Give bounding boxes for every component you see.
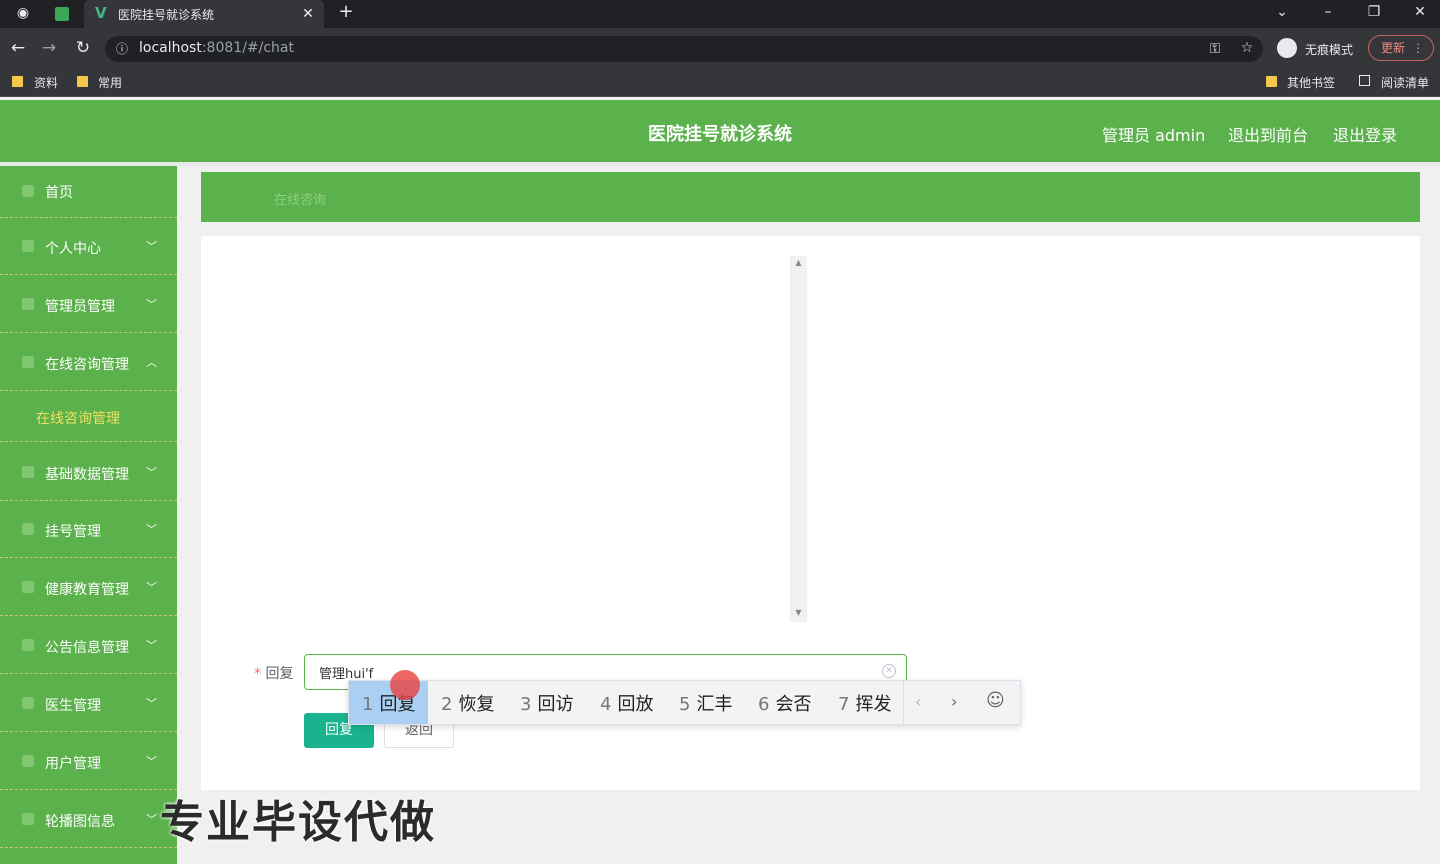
clear-icon[interactable]: ✕ — [882, 664, 896, 678]
restore-icon[interactable]: ❐ — [1366, 4, 1382, 20]
registration-icon — [22, 523, 34, 535]
chevron-down-icon: ﹀ — [146, 755, 157, 768]
bookmarks-bar — [0, 68, 1440, 97]
incognito-icon[interactable] — [1277, 38, 1297, 58]
sidebar-item-label: 在线咨询管理 — [45, 357, 129, 373]
chevron-up-icon: ︿ — [146, 356, 157, 369]
new-tab-icon[interactable]: + — [338, 3, 354, 21]
back-icon[interactable]: ← — [9, 40, 27, 57]
sidebar-item-label: 个人中心 — [45, 241, 101, 257]
page-title: 医院挂号就诊系统 — [648, 124, 792, 145]
bookmark-changyong[interactable]: 常用 — [98, 74, 122, 91]
site-info-icon[interactable]: ⓘ — [114, 41, 130, 57]
user-icon — [22, 240, 34, 252]
logout-link[interactable]: 退出登录 — [1333, 122, 1397, 146]
minimize-icon[interactable]: – — [1320, 4, 1336, 20]
notice-icon — [22, 639, 34, 651]
app-tab-icon[interactable] — [55, 7, 69, 21]
sidebar-item-basic-data[interactable]: 基础数据管理 ﹀ — [0, 442, 177, 501]
update-button[interactable]: 更新 ⋮ — [1368, 35, 1434, 61]
sidebar-subitem-label: 在线咨询管理 — [36, 411, 120, 427]
chat-history — [288, 256, 808, 622]
sidebar-item-home[interactable]: 首页 — [0, 166, 177, 218]
education-icon — [22, 581, 34, 593]
admin-icon — [22, 298, 34, 310]
users-icon — [22, 755, 34, 767]
sidebar-item-label: 轮播图信息 — [45, 814, 115, 830]
carousel-icon — [22, 813, 34, 825]
chevron-down-icon: ﹀ — [146, 240, 157, 253]
sidebar-item-doctors[interactable]: 医生管理 ﹀ — [0, 675, 177, 732]
chevron-down-icon: ﹀ — [146, 639, 157, 652]
chevron-down-icon: ﹀ — [146, 298, 157, 311]
reply-label: * 回复 — [254, 666, 294, 682]
ime-candidate[interactable]: 7 挥发 — [838, 690, 891, 716]
chevron-down-icon: ﹀ — [146, 813, 157, 826]
sidebar-item-label: 公告信息管理 — [45, 640, 129, 656]
emoji-icon[interactable]: ☺ — [986, 690, 1005, 711]
sidebar-item-notices[interactable]: 公告信息管理 ﹀ — [0, 617, 177, 674]
ime-candidate[interactable]: 2 恢复 — [441, 690, 494, 716]
sidebar-item-label: 基础数据管理 — [45, 467, 129, 483]
watermark: 专业毕设代做 — [160, 797, 436, 848]
sidebar-item-health-edu[interactable]: 健康教育管理 ﹀ — [0, 559, 177, 616]
sidebar-item-label: 用户管理 — [45, 756, 101, 772]
folder-icon — [77, 76, 88, 87]
reading-list-icon — [1359, 75, 1370, 86]
breadcrumb-bar — [201, 172, 1420, 222]
sidebar-item-users[interactable]: 用户管理 ﹀ — [0, 733, 177, 790]
sidebar-item-carousel[interactable]: 轮播图信息 ﹀ — [0, 791, 177, 848]
vue-icon: V — [95, 4, 107, 22]
bookmark-reading-list[interactable]: 阅读清单 — [1381, 74, 1429, 91]
chat-icon — [22, 356, 34, 368]
sidebar-item-label: 健康教育管理 — [45, 582, 129, 598]
exit-to-front-link[interactable]: 退出到前台 — [1228, 122, 1308, 146]
ime-prev-icon[interactable]: ‹ — [915, 692, 921, 711]
ime-next-icon[interactable]: › — [951, 692, 957, 711]
sidebar-item-profile[interactable]: 个人中心 ﹀ — [0, 218, 177, 275]
browser-menu-icon[interactable]: ◉ — [14, 5, 32, 21]
folder-icon — [12, 76, 23, 87]
scroll-up-icon[interactable]: ▲ — [790, 258, 807, 267]
bookmark-other[interactable]: 其他书签 — [1287, 74, 1335, 91]
data-icon — [22, 466, 34, 478]
chevron-down-icon: ﹀ — [146, 523, 157, 536]
doctor-icon — [22, 697, 34, 709]
sidebar-item-label: 首页 — [45, 185, 73, 201]
chevron-down-icon: ﹀ — [146, 466, 157, 479]
sidebar-item-consult[interactable]: 在线咨询管理 ︿ — [0, 334, 177, 391]
folder-icon — [1266, 76, 1277, 87]
tab-title: 医院挂号就诊系统 — [118, 8, 215, 22]
chevron-down-icon: ﹀ — [146, 581, 157, 594]
breadcrumb[interactable]: 在线咨询 — [274, 189, 326, 208]
sidebar-subitem-consult[interactable]: 在线咨询管理 — [0, 392, 177, 442]
reload-icon[interactable]: ↻ — [74, 40, 92, 57]
chat-scrollbar[interactable] — [790, 256, 807, 622]
close-window-icon[interactable]: ✕ — [1412, 4, 1428, 20]
bookmark-star-icon[interactable]: ☆ — [1238, 40, 1256, 56]
chevron-down-icon: ﹀ — [146, 697, 157, 710]
ime-candidate[interactable]: 4 回放 — [600, 690, 653, 716]
sidebar-item-label: 挂号管理 — [45, 524, 101, 540]
more-menu-icon[interactable]: ⋮ — [1412, 36, 1424, 60]
scroll-down-icon[interactable]: ▼ — [790, 608, 807, 617]
incognito-label: 无痕模式 — [1305, 43, 1354, 57]
sidebar-item-registration[interactable]: 挂号管理 ﹀ — [0, 501, 177, 558]
ime-candidate[interactable]: 6 会否 — [758, 690, 811, 716]
sidebar-item-label: 医生管理 — [45, 698, 101, 714]
home-icon — [22, 185, 34, 197]
tab-close-icon[interactable]: ✕ — [300, 6, 316, 22]
sidebar-item-admins[interactable]: 管理员管理 ﹀ — [0, 276, 177, 333]
mouse-cursor-indicator — [390, 670, 420, 700]
ime-candidate[interactable]: 5 汇丰 — [679, 690, 732, 716]
tab-search-icon[interactable]: ⌄ — [1274, 4, 1290, 20]
forward-icon[interactable]: → — [40, 40, 58, 57]
sidebar-item-label: 管理员管理 — [45, 299, 115, 315]
ime-candidate[interactable]: 3 回访 — [520, 690, 573, 716]
ime-divider — [903, 681, 904, 724]
url-text[interactable]: localhost:8081/#/chat — [139, 40, 294, 56]
current-user: 管理员 admin — [1102, 126, 1206, 145]
password-key-icon[interactable]: ⚿ — [1206, 41, 1224, 57]
bookmark-ziliao[interactable]: 资料 — [34, 74, 58, 91]
